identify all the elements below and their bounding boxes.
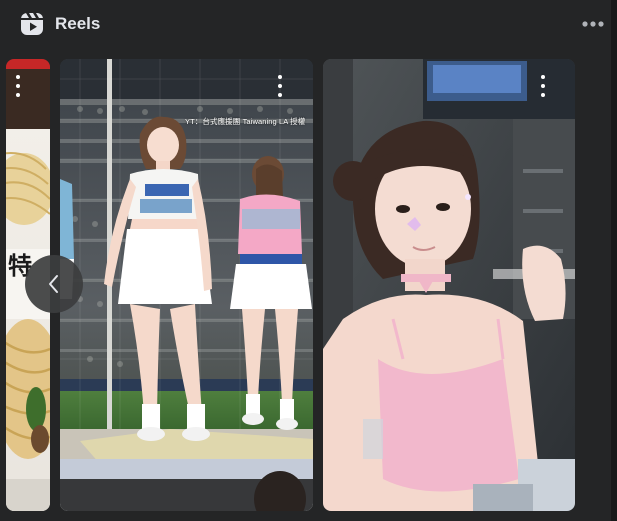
reel-card-cheerleaders[interactable]: YT：台式應援團 Taiwaning LA 授權 (60, 59, 313, 511)
reels-panel: Reels 特 YT：台式應援團 Taiwaning LA 授權 (0, 0, 611, 521)
more-options-button[interactable] (578, 10, 608, 38)
card-more-icon[interactable] (12, 75, 24, 97)
page-edge (611, 0, 617, 521)
reels-header: Reels (0, 0, 611, 48)
carousel-previous-button[interactable] (25, 255, 83, 313)
more-horizontal-icon (582, 21, 604, 27)
video-watermark: YT：台式應援團 Taiwaning LA 授權 (185, 117, 306, 126)
card-more-icon[interactable] (274, 75, 286, 97)
card-more-icon[interactable] (537, 75, 549, 97)
reels-title: Reels (55, 14, 101, 33)
chevron-left-icon (49, 275, 58, 293)
reel-card-pink-top[interactable] (323, 59, 575, 511)
reels-icon (20, 12, 44, 36)
